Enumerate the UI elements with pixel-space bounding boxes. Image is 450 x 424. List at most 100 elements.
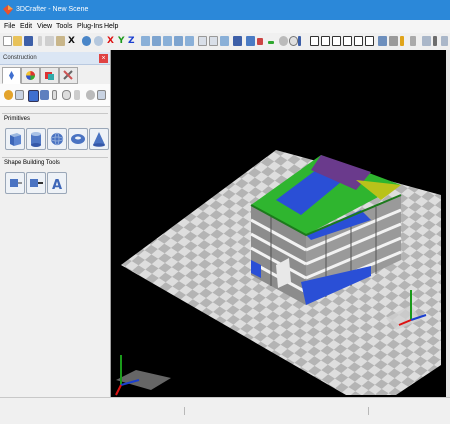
3d-viewport[interactable] bbox=[111, 50, 446, 397]
sphere-icon bbox=[50, 132, 64, 146]
gear-icon[interactable] bbox=[86, 90, 95, 100]
cone-icon bbox=[93, 132, 105, 147]
texture-icon[interactable] bbox=[15, 90, 24, 100]
cut-icon[interactable] bbox=[38, 36, 42, 46]
zoom-icon[interactable] bbox=[152, 36, 161, 46]
torch-icon[interactable] bbox=[400, 36, 404, 46]
cone-button[interactable] bbox=[89, 128, 109, 150]
horizontal-split-icon[interactable] bbox=[332, 36, 341, 46]
shape-tools-label: Shape Building Tools bbox=[4, 160, 60, 166]
panel-header: Construction × bbox=[0, 52, 110, 65]
z-axis-button[interactable]: Z bbox=[128, 36, 135, 46]
zoom-extents-icon[interactable] bbox=[141, 36, 150, 46]
viewport-scrollbar[interactable] bbox=[446, 50, 450, 397]
edge-mode-icon[interactable] bbox=[52, 90, 57, 100]
camera-view-icon[interactable] bbox=[378, 36, 387, 46]
three-view-icon[interactable] bbox=[343, 36, 352, 46]
new-file-icon[interactable] bbox=[3, 36, 12, 46]
undo-icon[interactable] bbox=[82, 36, 91, 46]
tab-material[interactable] bbox=[40, 67, 59, 84]
single-view-icon[interactable] bbox=[310, 36, 319, 46]
torus-button[interactable] bbox=[68, 128, 88, 150]
text-3d-button[interactable]: A bbox=[47, 172, 67, 194]
menu-bar: File Edit View Tools Plug-Ins Help bbox=[0, 20, 450, 33]
paste-icon[interactable] bbox=[56, 36, 65, 46]
status-bar bbox=[0, 397, 450, 424]
properties-icon[interactable] bbox=[97, 90, 106, 100]
object-select-icon[interactable] bbox=[233, 36, 242, 46]
app-logo-icon bbox=[3, 5, 13, 15]
cylinder-button[interactable] bbox=[26, 128, 46, 150]
torus-icon bbox=[71, 134, 85, 144]
main-toolbar: X X Y Z bbox=[0, 33, 450, 51]
shape-tools-group: Shape Building Tools A bbox=[2, 157, 108, 200]
front-view-icon[interactable] bbox=[198, 36, 207, 46]
zoom-out-icon[interactable] bbox=[174, 36, 183, 46]
material-icon bbox=[45, 72, 54, 80]
status-cell bbox=[186, 407, 369, 415]
delete-icon[interactable]: X bbox=[68, 36, 75, 46]
material-icon[interactable] bbox=[410, 36, 416, 46]
color-wheel-icon bbox=[26, 71, 35, 80]
paint-palette-icon[interactable] bbox=[4, 90, 13, 100]
diamond-icon bbox=[9, 71, 14, 80]
construction-panel: Construction × Primitives Shape Building… bbox=[0, 50, 111, 397]
redo-icon[interactable] bbox=[94, 36, 103, 46]
zoom-region-icon[interactable] bbox=[185, 36, 194, 46]
paint-icon[interactable] bbox=[298, 36, 301, 46]
tab-object[interactable] bbox=[2, 67, 21, 84]
light-icon[interactable] bbox=[74, 90, 80, 100]
copy-icon[interactable] bbox=[45, 36, 54, 46]
lathe-icon bbox=[30, 179, 43, 187]
tab-color[interactable] bbox=[21, 67, 40, 84]
top-view-icon[interactable] bbox=[220, 36, 229, 46]
cylinder-icon bbox=[31, 132, 41, 147]
text-3d-icon: A bbox=[52, 178, 62, 193]
panel-title: Construction bbox=[3, 55, 37, 61]
render-settings-icon[interactable] bbox=[433, 36, 437, 46]
cube-button[interactable] bbox=[5, 128, 25, 150]
four-view-icon[interactable] bbox=[354, 36, 363, 46]
construction-toolbar bbox=[0, 84, 110, 107]
pin-icon[interactable] bbox=[289, 36, 298, 46]
camera-icon[interactable] bbox=[389, 36, 398, 46]
side-view-icon[interactable] bbox=[209, 36, 218, 46]
close-icon[interactable]: × bbox=[99, 54, 108, 63]
menu-view[interactable]: View bbox=[37, 23, 52, 30]
scene-render bbox=[115, 150, 441, 396]
tab-tools[interactable] bbox=[59, 67, 78, 84]
status-cell bbox=[0, 407, 185, 415]
primitives-group: Primitives bbox=[2, 113, 109, 156]
split-view-icon[interactable] bbox=[321, 36, 330, 46]
extrude-button[interactable] bbox=[5, 172, 25, 194]
axis-gizmo bbox=[115, 355, 171, 396]
menu-edit[interactable]: Edit bbox=[20, 23, 32, 30]
move-icon[interactable] bbox=[257, 38, 263, 45]
shield-select-icon[interactable] bbox=[246, 36, 255, 46]
face-mode-icon[interactable] bbox=[40, 90, 49, 100]
options-icon[interactable] bbox=[441, 36, 448, 46]
grid-view-icon[interactable] bbox=[365, 36, 374, 46]
menu-plugins[interactable]: Plug-Ins bbox=[77, 23, 103, 30]
y-axis-button[interactable]: Y bbox=[118, 36, 125, 46]
primitives-label: Primitives bbox=[4, 116, 31, 122]
open-folder-icon[interactable] bbox=[13, 36, 22, 46]
light-bulb-icon[interactable] bbox=[279, 36, 288, 46]
save-icon[interactable] bbox=[24, 36, 33, 46]
sphere-button[interactable] bbox=[47, 128, 67, 150]
menu-help[interactable]: Help bbox=[104, 23, 118, 30]
menu-file[interactable]: File bbox=[4, 23, 15, 30]
zoom-in-icon[interactable] bbox=[163, 36, 172, 46]
x-axis-button[interactable]: X bbox=[107, 36, 114, 46]
extrude-icon bbox=[10, 179, 22, 187]
render-icon[interactable] bbox=[422, 36, 431, 46]
object-mode-icon[interactable] bbox=[28, 90, 39, 102]
title-bar: 3DCrafter - New Scene bbox=[0, 0, 450, 20]
window-title: 3DCrafter - New Scene bbox=[16, 6, 89, 13]
svg-text:A: A bbox=[52, 178, 62, 193]
menu-tools[interactable]: Tools bbox=[56, 23, 72, 30]
cube-icon bbox=[10, 133, 21, 146]
pin-icon[interactable] bbox=[62, 90, 71, 100]
lathe-button[interactable] bbox=[26, 172, 46, 194]
rotate-icon[interactable] bbox=[268, 41, 274, 44]
